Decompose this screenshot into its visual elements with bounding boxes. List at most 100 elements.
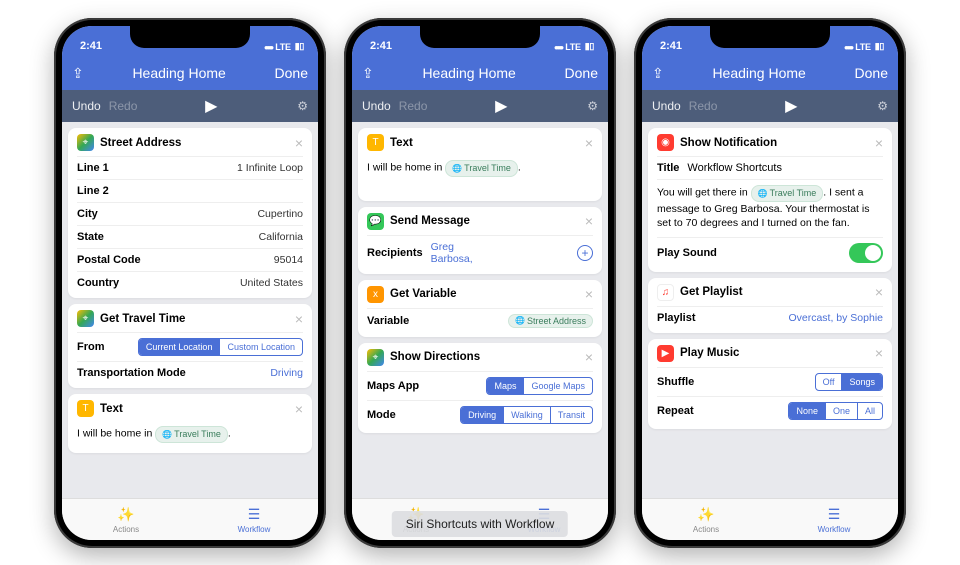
gear-icon[interactable]: ⚙ — [587, 99, 598, 113]
notif-title-row[interactable]: Title Workflow Shortcuts — [657, 156, 883, 179]
maps-segment[interactable]: Maps Google Maps — [486, 377, 593, 395]
text-card: T Text × I will be home in Travel Time. — [358, 128, 602, 201]
play-icon[interactable]: ▶ — [495, 96, 507, 116]
text-body[interactable]: I will be home in Travel Time. — [367, 156, 593, 197]
wand-icon: ✨ — [117, 506, 134, 523]
nav-title: Heading Home — [84, 65, 275, 81]
undo-button[interactable]: Undo — [72, 99, 101, 113]
gear-icon[interactable]: ⚙ — [297, 99, 308, 113]
travel-time-chip[interactable]: Travel Time — [751, 185, 824, 202]
address-row-city[interactable]: CityCupertino — [77, 202, 303, 225]
maps-app-row: Maps App Maps Google Maps — [367, 371, 593, 400]
mode-row[interactable]: Transportation Mode Driving — [77, 361, 303, 384]
close-icon[interactable]: × — [295, 311, 303, 327]
tab-workflow[interactable]: ☰Workflow — [190, 499, 318, 540]
status-indicators — [264, 41, 304, 52]
close-icon[interactable]: × — [875, 345, 883, 361]
close-icon[interactable]: × — [295, 401, 303, 417]
close-icon[interactable]: × — [585, 286, 593, 302]
done-button[interactable]: Done — [855, 65, 888, 81]
share-icon[interactable]: ⇪ — [652, 65, 664, 82]
list-icon: ☰ — [828, 506, 841, 523]
address-row-line2[interactable]: Line 2 — [77, 179, 303, 202]
status-time: 2:41 — [80, 40, 102, 52]
battery-icon — [585, 41, 594, 52]
close-icon[interactable]: × — [585, 349, 593, 365]
address-row-state[interactable]: StateCalifornia — [77, 225, 303, 248]
play-icon[interactable]: ▶ — [785, 96, 797, 116]
phone-mockup-1: 2:41 ⇪ Heading Home Done Undo Redo ▶ ⚙ ⌖… — [54, 18, 326, 548]
card-title: Street Address — [100, 137, 289, 149]
tab-actions[interactable]: ✨Actions — [642, 499, 770, 540]
phone-mockup-3: 2:41 ⇪ Heading Home Done Undo Redo ▶ ⚙ ◉… — [634, 18, 906, 548]
card-title: Get Playlist — [680, 286, 869, 298]
variable-icon: x — [367, 286, 384, 303]
mode-segment[interactable]: Driving Walking Transit — [460, 406, 593, 424]
redo-button: Redo — [109, 99, 138, 113]
close-icon[interactable]: × — [585, 135, 593, 151]
gear-icon[interactable]: ⚙ — [877, 99, 888, 113]
card-title: Show Notification — [680, 137, 869, 149]
status-time: 2:41 — [370, 40, 392, 52]
play-icon[interactable]: ▶ — [205, 96, 217, 116]
battery-icon — [875, 41, 884, 52]
screen: 2:41 ⇪ Heading Home Done Undo Redo ▶ ⚙ ⌖… — [62, 26, 318, 540]
toolbar: Undo Redo ▶ ⚙ — [62, 90, 318, 122]
text-card: T Text × I will be home in Travel Time. — [68, 394, 312, 453]
travel-time-chip[interactable]: Travel Time — [445, 160, 518, 177]
notification-card: ◉ Show Notification × Title Workflow Sho… — [648, 128, 892, 272]
tab-workflow[interactable]: ☰Workflow — [770, 499, 898, 540]
signal-icon — [844, 42, 851, 52]
battery-icon — [295, 41, 304, 52]
lte-icon — [855, 42, 870, 52]
done-button[interactable]: Done — [275, 65, 308, 81]
travel-time-chip[interactable]: Travel Time — [155, 426, 228, 443]
add-recipient-button[interactable]: + — [577, 245, 593, 261]
nav-bar: ⇪ Heading Home Done — [62, 56, 318, 90]
get-variable-card: x Get Variable × Variable Street Address — [358, 280, 602, 337]
redo-button: Redo — [689, 99, 718, 113]
playlist-row[interactable]: Playlist Overcast, by Sophie — [657, 306, 883, 329]
mode-row: Mode Driving Walking Transit — [367, 400, 593, 429]
show-directions-card: ⌖ Show Directions × Maps App Maps Google… — [358, 343, 602, 433]
undo-button[interactable]: Undo — [652, 99, 681, 113]
toolbar: Undo Redo ▶ ⚙ — [642, 90, 898, 122]
shuffle-segment[interactable]: Off Songs — [815, 373, 883, 391]
close-icon[interactable]: × — [295, 135, 303, 151]
address-row-postal[interactable]: Postal Code95014 — [77, 248, 303, 271]
redo-button: Redo — [399, 99, 428, 113]
card-title: Show Directions — [390, 351, 579, 363]
location-segment[interactable]: Current Location Custom Location — [138, 338, 303, 356]
text-body[interactable]: I will be home in Travel Time. — [77, 422, 303, 449]
lte-icon — [565, 42, 580, 52]
undo-button[interactable]: Undo — [362, 99, 391, 113]
maps-icon: ⌖ — [77, 310, 94, 327]
nav-bar: ⇪ Heading Home Done — [352, 56, 608, 90]
shuffle-row: Shuffle Off Songs — [657, 367, 883, 396]
share-icon[interactable]: ⇪ — [362, 65, 374, 82]
tab-bar: ✨Actions ☰Workflow — [62, 498, 318, 540]
address-row-line1[interactable]: Line 11 Infinite Loop — [77, 156, 303, 179]
close-icon[interactable]: × — [875, 135, 883, 151]
notif-body[interactable]: You will get there in Travel Time. I sen… — [657, 179, 883, 237]
street-address-chip[interactable]: Street Address — [508, 314, 593, 328]
play-sound-toggle[interactable] — [849, 243, 883, 263]
toolbar: Undo Redo ▶ ⚙ — [352, 90, 608, 122]
share-icon[interactable]: ⇪ — [72, 65, 84, 82]
recipients-row[interactable]: Recipients Greg Barbosa, + — [367, 235, 593, 270]
close-icon[interactable]: × — [585, 213, 593, 229]
signal-icon — [554, 42, 561, 52]
repeat-row: Repeat None One All — [657, 396, 883, 425]
maps-icon: ⌖ — [367, 349, 384, 366]
nav-bar: ⇪ Heading Home Done — [642, 56, 898, 90]
text-icon: T — [367, 134, 384, 151]
variable-row[interactable]: Variable Street Address — [367, 308, 593, 333]
message-icon: 💬 — [367, 213, 384, 230]
done-button[interactable]: Done — [565, 65, 598, 81]
repeat-segment[interactable]: None One All — [788, 402, 883, 420]
card-title: Text — [390, 137, 579, 149]
notch — [130, 26, 250, 48]
close-icon[interactable]: × — [875, 284, 883, 300]
tab-actions[interactable]: ✨Actions — [62, 499, 190, 540]
address-row-country[interactable]: CountryUnited States — [77, 271, 303, 294]
